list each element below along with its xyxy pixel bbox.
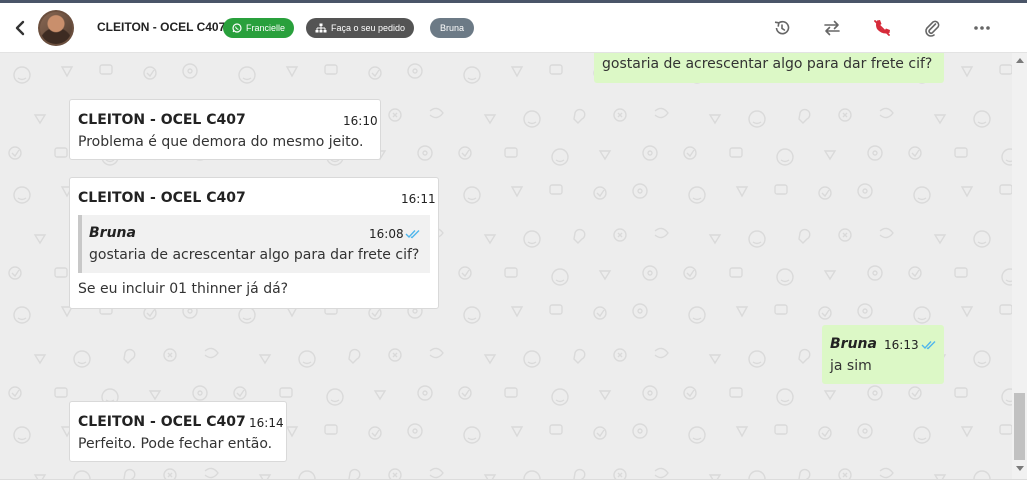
message-bubble-outgoing[interactable]: Bruna 16:13 ja sim [822, 325, 944, 384]
message-time: 16:13 [884, 338, 919, 352]
read-ticks-icon [405, 230, 420, 239]
transfer-icon[interactable] [822, 18, 842, 38]
message-time: 16:11 [401, 192, 436, 206]
back-arrow-icon[interactable] [12, 19, 30, 37]
tag-label: Francielle [246, 23, 286, 33]
contact-avatar[interactable] [38, 10, 74, 46]
message-time: 16:10 [343, 114, 378, 128]
message-sender: Bruna [830, 336, 877, 352]
tag-label: Faça o seu pedido [331, 23, 406, 33]
scrollbar-thumb[interactable] [1014, 393, 1025, 460]
message-bubble-outgoing[interactable]: gostaria de acrescentar algo para dar fr… [594, 53, 944, 83]
tag-francielle[interactable]: Francielle [223, 18, 295, 38]
quoted-message[interactable]: Bruna 16:08 gostaria de acrescentar algo… [78, 215, 430, 273]
tag-label: Bruna [440, 23, 465, 33]
scroll-down-arrow-icon[interactable] [1016, 466, 1024, 471]
tag-faca-pedido[interactable]: Faça o seu pedido [306, 18, 415, 38]
whatsapp-icon [232, 23, 242, 33]
message-text: Perfeito. Pode fechar então. [78, 436, 273, 452]
message-text: Se eu incluir 01 thinner já dá? [78, 281, 289, 297]
message-bubble-incoming[interactable]: CLEITON - OCEL C407 16:14 Perfeito. Pode… [69, 401, 287, 462]
message-sender: CLEITON - OCEL C407 [78, 112, 246, 128]
quoted-time: 16:08 [369, 227, 404, 241]
message-bubble-incoming[interactable]: CLEITON - OCEL C407 16:11 Bruna 16:08 go… [69, 177, 439, 309]
chat-area[interactable]: gostaria de acrescentar algo para dar fr… [0, 53, 1012, 479]
read-ticks-icon [921, 341, 936, 350]
quoted-sender: Bruna [89, 225, 136, 241]
message-composer-area[interactable] [0, 479, 1027, 498]
end-call-icon[interactable] [872, 18, 892, 38]
chat-header: CLEITON - OCEL C407 Francielle Faça o se… [0, 3, 1027, 53]
sitemap-icon [315, 23, 327, 33]
quoted-text: gostaria de acrescentar algo para dar fr… [89, 247, 420, 263]
message-text: ja sim [830, 358, 872, 374]
message-time: 16:14 [249, 416, 284, 430]
attach-icon[interactable] [922, 18, 942, 38]
scroll-up-arrow-icon[interactable] [1016, 58, 1024, 63]
history-icon[interactable] [772, 18, 792, 38]
contact-name[interactable]: CLEITON - OCEL C407 [97, 20, 225, 34]
message-bubble-incoming[interactable]: CLEITON - OCEL C407 16:10 Problema é que… [69, 99, 381, 160]
tag-bruna[interactable]: Bruna [430, 18, 475, 38]
message-sender: CLEITON - OCEL C407 [78, 414, 246, 430]
message-text: gostaria de acrescentar algo para dar fr… [602, 56, 933, 72]
message-sender: CLEITON - OCEL C407 [78, 190, 246, 206]
message-text: Problema é que demora do mesmo jeito. [78, 134, 364, 150]
more-icon[interactable] [972, 18, 992, 38]
